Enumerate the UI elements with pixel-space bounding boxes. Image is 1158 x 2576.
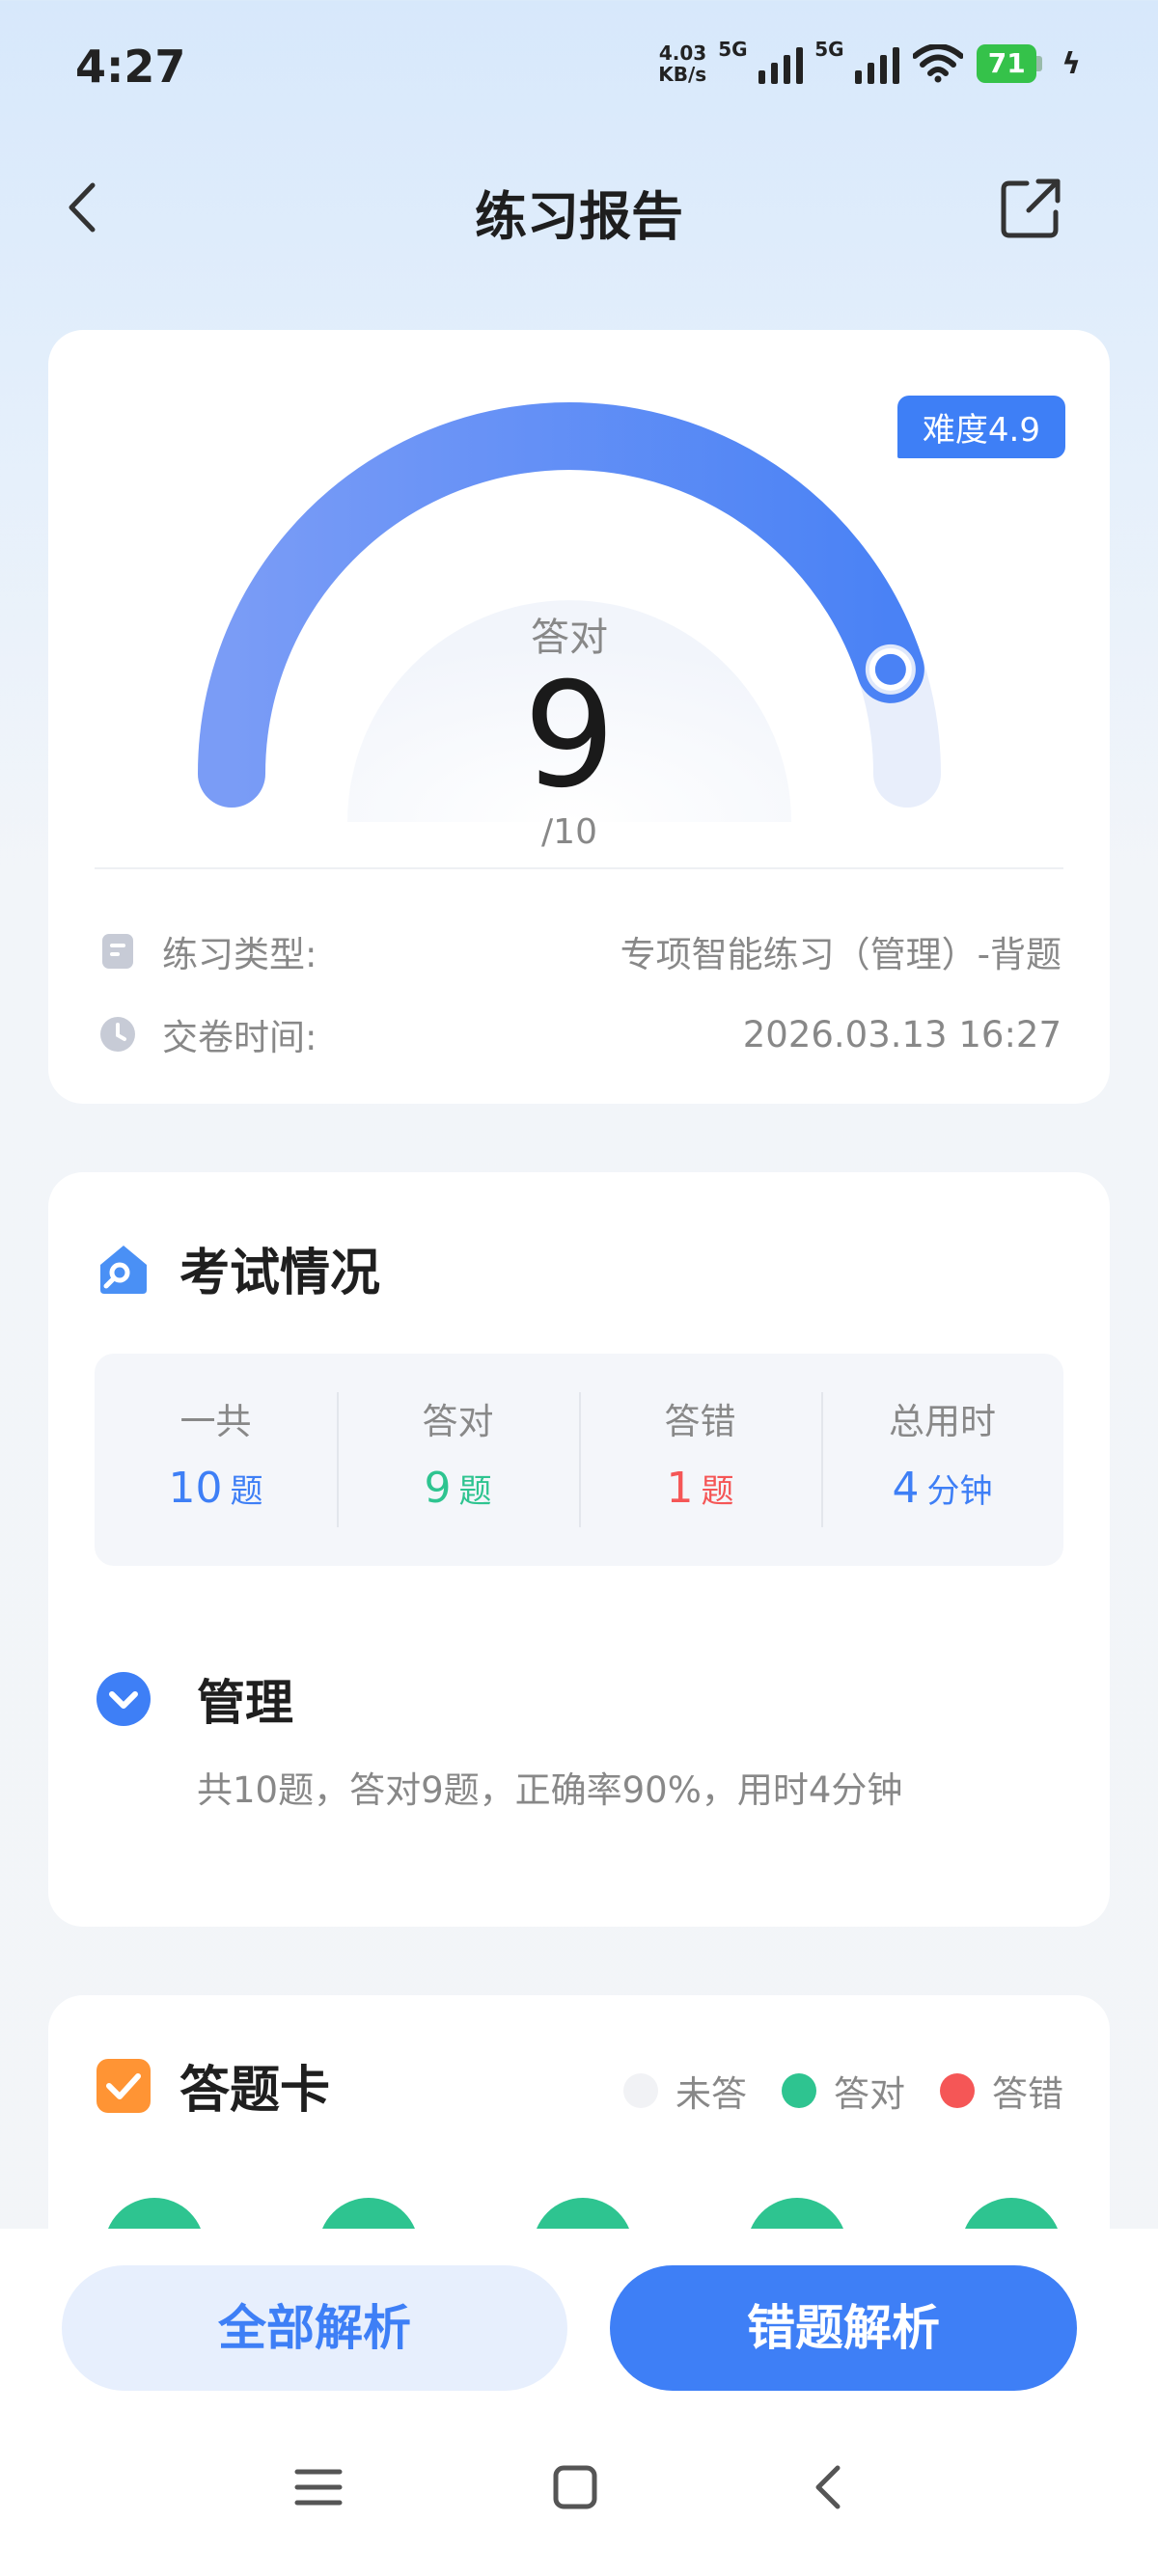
subject-toggle[interactable]: 管理: [95, 1664, 293, 1734]
practice-type-value: 专项智能练习（管理）-背题: [620, 934, 1062, 975]
all-analysis-button[interactable]: 全部解析: [62, 2265, 567, 2391]
correct-count: 9: [523, 652, 616, 820]
practice-type-row: 练习类型: 专项智能练习（管理）-背题: [98, 922, 1062, 980]
exam-section-header: 考试情况: [95, 1232, 380, 1304]
nav-back-icon[interactable]: [791, 2449, 868, 2526]
chevron-down-icon[interactable]: [95, 1670, 152, 1728]
submit-time-row: 交卷时间: 2026.03.13 16:27: [98, 1005, 1062, 1063]
checkbox-icon: [96, 2058, 151, 2113]
exam-section-title: 考试情况: [179, 1245, 381, 1302]
status-icons: 4.03 KB/s 5G 5G 71 ϟ: [658, 38, 1081, 86]
page-title: 练习报告: [475, 186, 683, 247]
stat-total: 一共 10 题: [168, 1401, 263, 1513]
answer-sheet-title: 答题卡: [179, 2062, 331, 2120]
total-count: /10: [541, 812, 597, 852]
bottom-action-bar: 全部解析 错题解析: [0, 2229, 1158, 2576]
share-icon[interactable]: [998, 174, 1065, 241]
stat-duration: 总用时 4 分钟: [821, 1354, 1063, 1566]
charging-icon: ϟ: [1062, 46, 1081, 81]
subject-name: 管理: [197, 1675, 293, 1731]
submit-time-value: 2026.03.13 16:27: [742, 1013, 1062, 1055]
home-icon[interactable]: [537, 2449, 614, 2526]
divider: [95, 867, 1063, 869]
battery-icon: 71: [977, 44, 1043, 83]
submit-time-label: 交卷时间:: [162, 1017, 317, 1058]
stat-correct: 答对 9题: [337, 1354, 579, 1566]
exam-summary-card: 考试情况 一共 10 题 答对 9题 答错 1题 总用时 4 分钟 管理 共10题，…: [48, 1172, 1110, 1927]
subject-summary: 共10题，答对9题，正确率90%，用时4分钟: [197, 1769, 903, 1811]
legend-wrong: 答错: [940, 2065, 1063, 2117]
status-time: 4:27: [75, 41, 186, 93]
exam-stats: 一共 10 题 答对 9题 答错 1题 总用时 4 分钟: [95, 1354, 1063, 1566]
key-house-icon: [100, 1245, 147, 1294]
answer-legend: 未答 答对 答错: [602, 2065, 1063, 2117]
status-bar: 4:27 4.03 KB/s 5G 5G 71 ϟ: [0, 0, 1158, 135]
header: 练习报告: [0, 145, 1158, 270]
signal-icon: 5G: [718, 38, 804, 84]
legend-correct: 答对: [782, 2065, 905, 2117]
clock-icon: [100, 1017, 135, 1052]
document-icon: [102, 934, 133, 969]
score-card: 难度4.9 答对 9 /10 练习类型: 专项智能练习（管理）-背题 交卷时间:…: [48, 330, 1110, 1104]
practice-type-label: 练习类型:: [162, 934, 317, 975]
stat-wrong: 答错 1题: [579, 1354, 821, 1566]
menu-icon[interactable]: [280, 2449, 357, 2526]
wrong-analysis-button[interactable]: 错题解析: [610, 2265, 1077, 2391]
legend-unanswered: 未答: [623, 2065, 747, 2117]
wifi-icon: [913, 44, 964, 83]
answer-sheet-header: 答题卡: [95, 2049, 330, 2122]
network-speed: 4.03 KB/s: [658, 41, 707, 86]
score-gauge: 答对 9 /10: [174, 388, 965, 852]
signal-icon-2: 5G: [814, 38, 900, 84]
